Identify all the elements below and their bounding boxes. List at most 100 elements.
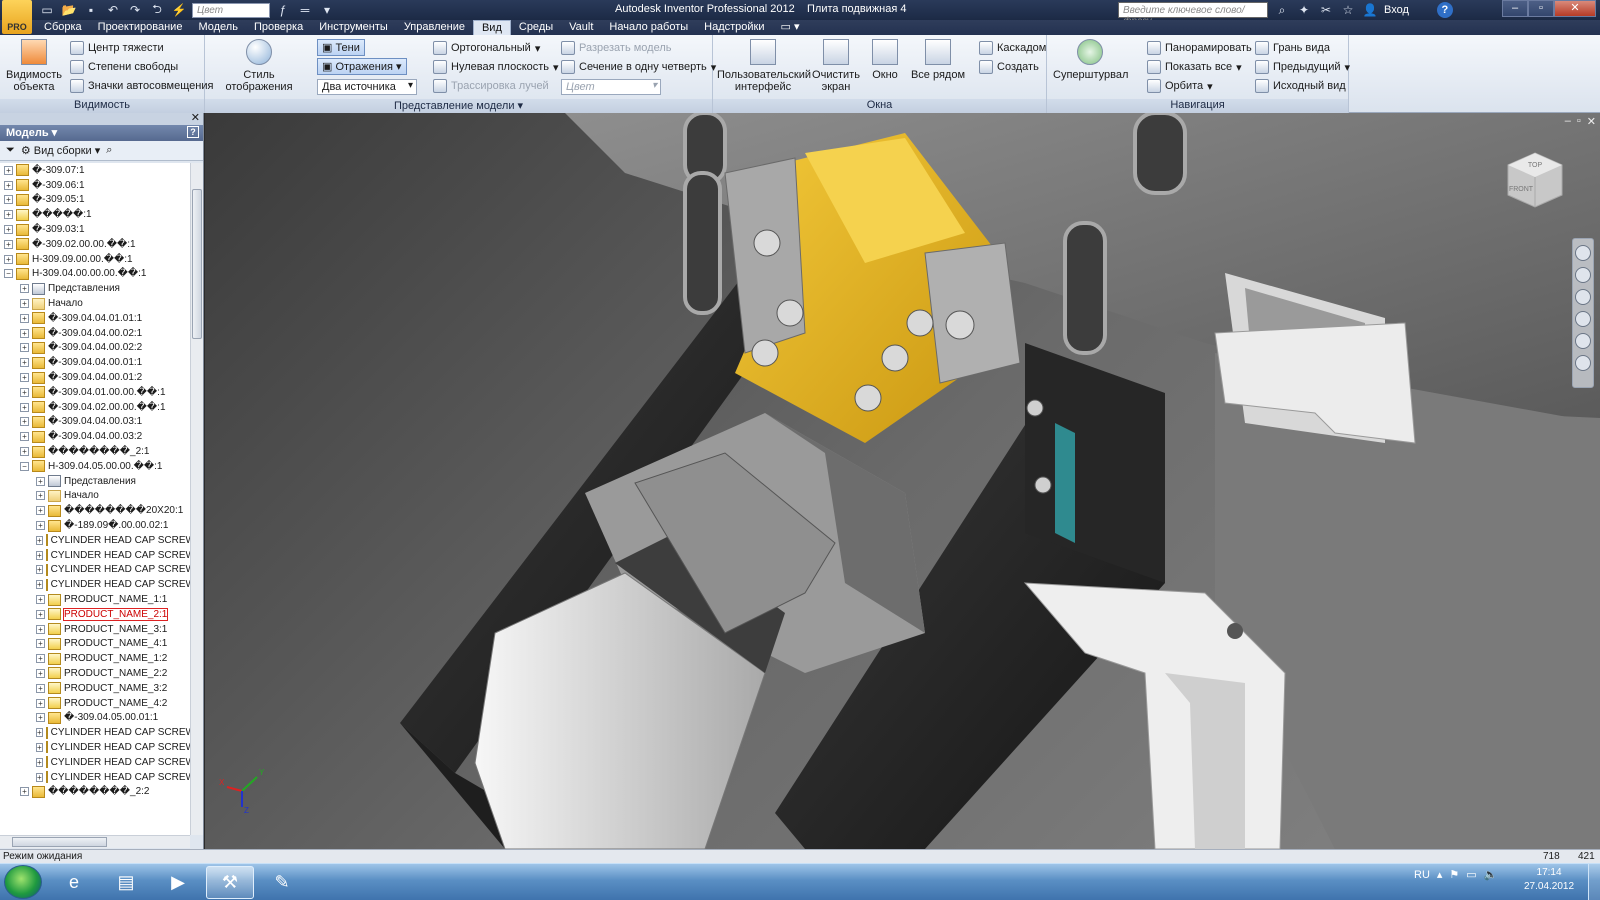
- shadows-toggle[interactable]: ▣ Тени: [317, 39, 365, 56]
- viewcube[interactable]: TOP FRONT: [1504, 149, 1566, 211]
- action-center-flag-icon[interactable]: ⚑: [1449, 868, 1459, 881]
- tree-node[interactable]: + PRODUCT_NAME_2:1: [0, 607, 190, 622]
- tree-node[interactable]: + CYLINDER HEAD CAP SCREW: [0, 577, 190, 592]
- expand-icon[interactable]: +: [20, 432, 29, 442]
- tree-node[interactable]: + �-309.03:1: [0, 222, 190, 237]
- minimize-button[interactable]: –: [1502, 0, 1528, 17]
- tree-node[interactable]: + ��������20X20:1: [0, 503, 190, 518]
- tree-node[interactable]: + PRODUCT_NAME_3:1: [0, 622, 190, 637]
- color-override-combo[interactable]: Цвет: [192, 2, 270, 18]
- expand-icon[interactable]: +: [20, 284, 29, 294]
- tree-node[interactable]: + �-309.04.04.01.01:1: [0, 311, 190, 326]
- expand-icon[interactable]: +: [20, 417, 29, 427]
- visual-style-button[interactable]: Стиль отображения: [211, 39, 307, 93]
- expand-icon[interactable]: +: [4, 165, 13, 175]
- viewport-close-icon[interactable]: ✕: [1587, 115, 1596, 128]
- fx-icon[interactable]: ƒ: [274, 2, 292, 18]
- tree-node[interactable]: + �-309.06:1: [0, 178, 190, 193]
- expand-icon[interactable]: +: [36, 609, 45, 619]
- help-search-input[interactable]: Введите ключевое слово/фразу: [1118, 2, 1268, 27]
- zoom-all-button[interactable]: Показать все ▾: [1147, 60, 1242, 74]
- tab-environments[interactable]: Среды: [511, 20, 561, 35]
- expand-icon[interactable]: +: [36, 624, 45, 634]
- switch-window-button[interactable]: Окно: [865, 39, 905, 81]
- tab-manage[interactable]: Управление: [396, 20, 473, 35]
- expand-icon[interactable]: +: [36, 491, 45, 501]
- expand-icon[interactable]: +: [4, 180, 13, 190]
- tree-node[interactable]: + �-309.04.04.00.03:2: [0, 429, 190, 444]
- tree-node[interactable]: + �-309.04.01.00.00.��:1: [0, 385, 190, 400]
- expand-icon[interactable]: +: [36, 698, 45, 708]
- expand-icon[interactable]: +: [36, 668, 45, 678]
- explorer-folder-icon[interactable]: ▤: [102, 866, 150, 899]
- new-icon[interactable]: ▭: [38, 2, 56, 18]
- pan-button[interactable]: Панорамировать: [1147, 41, 1252, 55]
- find-binoculars-icon[interactable]: ⌕: [106, 144, 112, 157]
- tree-node[interactable]: + CYLINDER HEAD CAP SCREW: [0, 533, 190, 548]
- tree-node[interactable]: + ��������_2:1: [0, 444, 190, 459]
- tree-node[interactable]: + �-309.04.04.00.01:2: [0, 370, 190, 385]
- network-icon[interactable]: ▭: [1466, 868, 1476, 881]
- tab-tools[interactable]: Инструменты: [311, 20, 396, 35]
- tree-node[interactable]: + CYLINDER HEAD CAP SCREW: [0, 563, 190, 578]
- expand-icon[interactable]: +: [36, 595, 45, 604]
- expand-icon[interactable]: +: [36, 728, 43, 738]
- tree-node[interactable]: + �����:1: [0, 207, 190, 222]
- object-visibility-button[interactable]: Видимость объекта: [6, 39, 62, 93]
- tree-node[interactable]: + �-309.04.02.00.00.��:1: [0, 400, 190, 415]
- start-button[interactable]: [4, 865, 42, 899]
- measure-icon[interactable]: ═: [296, 2, 314, 18]
- tab-inspect[interactable]: Проверка: [246, 20, 311, 35]
- expand-icon[interactable]: +: [36, 713, 45, 723]
- expand-icon[interactable]: +: [36, 654, 45, 664]
- tab-add-ins[interactable]: Надстройки: [696, 20, 772, 35]
- browser-vertical-scrollbar[interactable]: [190, 163, 203, 835]
- tree-node[interactable]: + PRODUCT_NAME_1:2: [0, 651, 190, 666]
- login-link[interactable]: Вход: [1384, 4, 1409, 16]
- tree-node[interactable]: + ��������_2:2: [0, 784, 190, 799]
- ribbon-minimize-toggle[interactable]: ▭ ▾: [773, 20, 808, 35]
- show-desktop-button[interactable]: [1588, 864, 1600, 900]
- tree-node[interactable]: + �-309.04.04.00.01:1: [0, 355, 190, 370]
- nav-orbit-icon[interactable]: [1575, 311, 1591, 327]
- subscription-icon[interactable]: ✦: [1296, 3, 1312, 17]
- lighting-combo[interactable]: Два источника: [317, 79, 417, 95]
- user-icon[interactable]: 👤: [1362, 3, 1378, 17]
- look-at-button[interactable]: Грань вида: [1255, 41, 1330, 55]
- expand-icon[interactable]: +: [20, 328, 29, 338]
- internet-explorer-icon[interactable]: e: [50, 866, 98, 899]
- expand-icon[interactable]: +: [4, 210, 13, 220]
- save-icon[interactable]: ▪: [82, 2, 100, 18]
- tab-design[interactable]: Проектирование: [90, 20, 191, 35]
- tab-get-started[interactable]: Начало работы: [601, 20, 696, 35]
- tree-node[interactable]: + �-309.04.04.00.03:1: [0, 415, 190, 430]
- expand-icon[interactable]: +: [20, 787, 29, 797]
- cascade-button[interactable]: Каскадом: [979, 41, 1046, 55]
- taskbar-clock[interactable]: 17:14 27.04.2012: [1524, 866, 1574, 894]
- expand-icon[interactable]: +: [20, 358, 29, 368]
- tree-node[interactable]: + PRODUCT_NAME_1:1: [0, 592, 190, 607]
- expand-icon[interactable]: +: [36, 476, 45, 486]
- expand-icon[interactable]: +: [36, 506, 45, 516]
- viewport-restore-icon[interactable]: ▫: [1577, 115, 1581, 128]
- expand-icon[interactable]: +: [20, 402, 29, 412]
- tab-view[interactable]: Вид: [472, 20, 511, 35]
- expand-icon[interactable]: +: [4, 195, 13, 205]
- close-button[interactable]: ✕: [1554, 0, 1596, 17]
- steering-wheels-button[interactable]: Суперштурвал: [1053, 39, 1128, 81]
- tree-node[interactable]: + CYLINDER HEAD CAP SCREW: [0, 770, 190, 785]
- assembly-model-render[interactable]: [205, 113, 1600, 849]
- expand-icon[interactable]: +: [36, 535, 43, 545]
- binoculars-icon[interactable]: ⌕: [1274, 3, 1290, 18]
- nav-zoom-icon[interactable]: [1575, 289, 1591, 305]
- browser-horizontal-scrollbar[interactable]: [0, 835, 190, 848]
- viewport-minimize-icon[interactable]: –: [1565, 115, 1571, 128]
- tree-node[interactable]: + Представления: [0, 474, 190, 489]
- nav-customize-icon[interactable]: [1575, 355, 1591, 371]
- maximize-button[interactable]: ▫: [1528, 0, 1554, 17]
- undo-icon[interactable]: ↶: [104, 2, 122, 18]
- orbit-button[interactable]: Орбита ▾: [1147, 79, 1213, 93]
- update-icon[interactable]: ⚡: [170, 2, 188, 18]
- tree-node[interactable]: + Начало: [0, 489, 190, 504]
- open-icon[interactable]: 📂: [60, 2, 78, 18]
